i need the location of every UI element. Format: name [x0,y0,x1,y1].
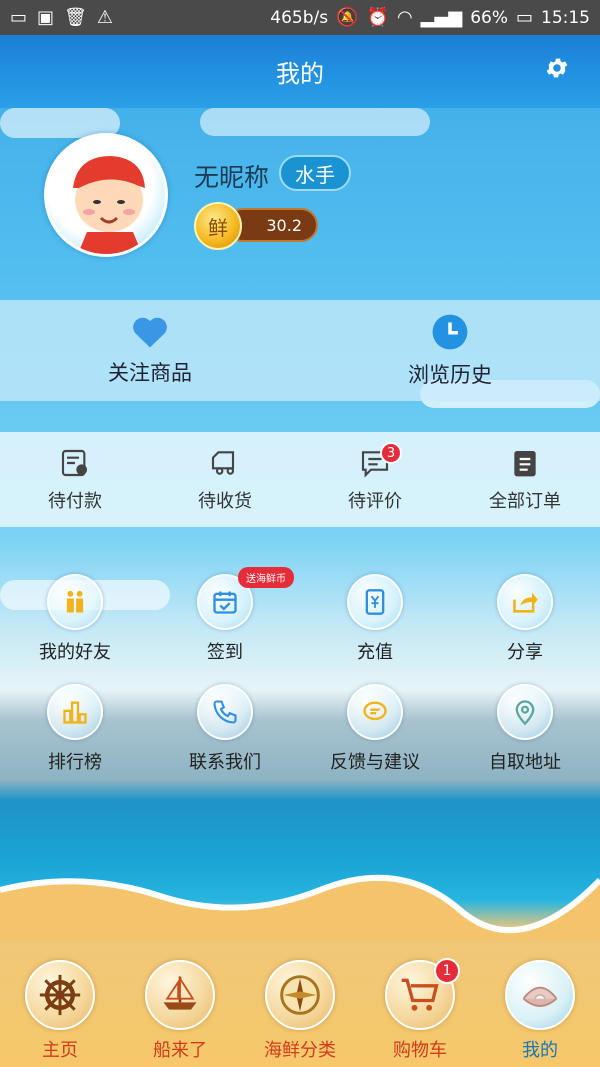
mute-icon: 🔕 [336,6,359,28]
avatar[interactable] [44,133,168,257]
tab-label: 主页 [42,1040,78,1061]
heart-icon [133,317,167,347]
ship-wheel-icon [25,960,95,1030]
clipboard-icon [514,450,536,476]
service-label: 我的好友 [39,642,111,663]
tab-mine[interactable]: 我的 [480,960,600,1067]
compass-icon [265,960,335,1030]
phone-icon [197,684,253,740]
tab-seafood-category[interactable]: 海鲜分类 [240,960,360,1067]
quick-link-label: 浏览历史 [408,362,492,387]
contact-us-button[interactable]: 联系我们 [150,684,300,774]
services-grid: 我的好友 签到 送海鲜币 充值 分享 排行榜 联系我们 反馈与建议 自取地址 [0,557,600,783]
tab-cart[interactable]: 购物车 1 [360,958,480,1067]
check-in-button[interactable]: 签到 送海鲜币 [150,567,300,664]
service-label: 签到 [207,642,243,663]
tab-label: 船来了 [153,1040,207,1061]
pickup-address-button[interactable]: 自取地址 [450,684,600,774]
delivery-truck-icon [211,450,235,475]
nickname: 无昵称 [194,163,270,192]
favorite-products-button[interactable]: 关注商品 [0,300,300,401]
service-label: 排行榜 [48,752,102,773]
network-speed: 465b/s [270,7,329,28]
battery-percent: 66% [470,7,508,28]
tab-label: 海鲜分类 [264,1040,336,1061]
sailboat-icon [145,960,215,1030]
warning-icon: ⚠ [96,6,114,28]
friends-icon [47,574,103,630]
service-label: 自取地址 [489,752,561,773]
settings-gear-icon[interactable] [544,55,570,81]
quick-links: 关注商品 浏览历史 [0,300,600,401]
coin-icon: 鲜 [194,202,242,250]
order-status-bar: 待付款 待收货 待评价 3 全部订单 [0,432,600,527]
header-bar: 我的 [0,35,600,108]
trash-icon: 🗑 [64,6,87,28]
quick-link-label: 关注商品 [108,360,192,385]
leaderboard-button[interactable]: 排行榜 [0,684,150,774]
payment-icon [61,449,87,476]
order-all[interactable]: 全部订单 [450,432,600,527]
page-title: 我的 [276,60,324,88]
recharge-button[interactable]: 充值 [300,574,450,664]
location-pin-icon [497,684,553,740]
order-pending-delivery[interactable]: 待收货 [150,432,300,527]
browse-history-button[interactable]: 浏览历史 [300,300,600,401]
share-button[interactable]: 分享 [450,574,600,664]
message-icon: ▭ [10,6,28,28]
feedback-button[interactable]: 反馈与建议 [300,684,450,774]
order-pending-payment[interactable]: 待付款 [0,432,150,527]
cartoon-avatar-icon [73,156,145,254]
service-label: 联系我们 [189,752,261,773]
review-count-badge: 3 [380,442,402,464]
ranking-icon [47,684,103,740]
image-icon: ▣ [37,6,55,28]
tab-home[interactable]: 主页 [0,960,120,1067]
check-in-reward-tag: 送海鲜币 [238,567,294,588]
recharge-icon [347,574,403,630]
signal-icon: ▂▄▆ [420,6,463,28]
battery-icon: ▭ [515,6,533,28]
tab-ship-arrived[interactable]: 船来了 [120,960,240,1067]
order-label: 待收货 [198,490,252,512]
order-label: 全部订单 [489,490,561,512]
order-label: 待付款 [48,490,102,512]
bottom-tab-bar: 主页 船来了 海鲜分类 购物车 1 我的 [0,958,600,1067]
tab-label: 购物车 [393,1040,447,1061]
clock-time: 15:15 [541,7,590,28]
wifi-icon: ◠ [396,6,413,28]
level-badge: 水手 [279,155,351,191]
status-bar: ▭ ▣ 🗑 ⚠ 465b/s 🔕 ⏰ ◠ ▂▄▆ 66% ▭ 15:15 [0,0,600,35]
profile-section: 无昵称 水手 30.2 鲜 [0,108,600,300]
order-label: 待评价 [348,490,402,512]
feedback-icon [347,684,403,740]
service-label: 充值 [357,642,393,663]
my-friends-button[interactable]: 我的好友 [0,574,150,664]
service-label: 反馈与建议 [330,752,420,773]
pearl-shell-icon [505,960,575,1030]
order-pending-review[interactable]: 待评价 3 [300,432,450,527]
alarm-icon: ⏰ [366,6,389,28]
share-icon [497,574,553,630]
wave-decoration [0,874,600,940]
clock-icon [432,314,468,349]
cart-count-badge: 1 [434,958,460,984]
service-label: 分享 [507,642,543,663]
tab-label: 我的 [522,1040,558,1061]
